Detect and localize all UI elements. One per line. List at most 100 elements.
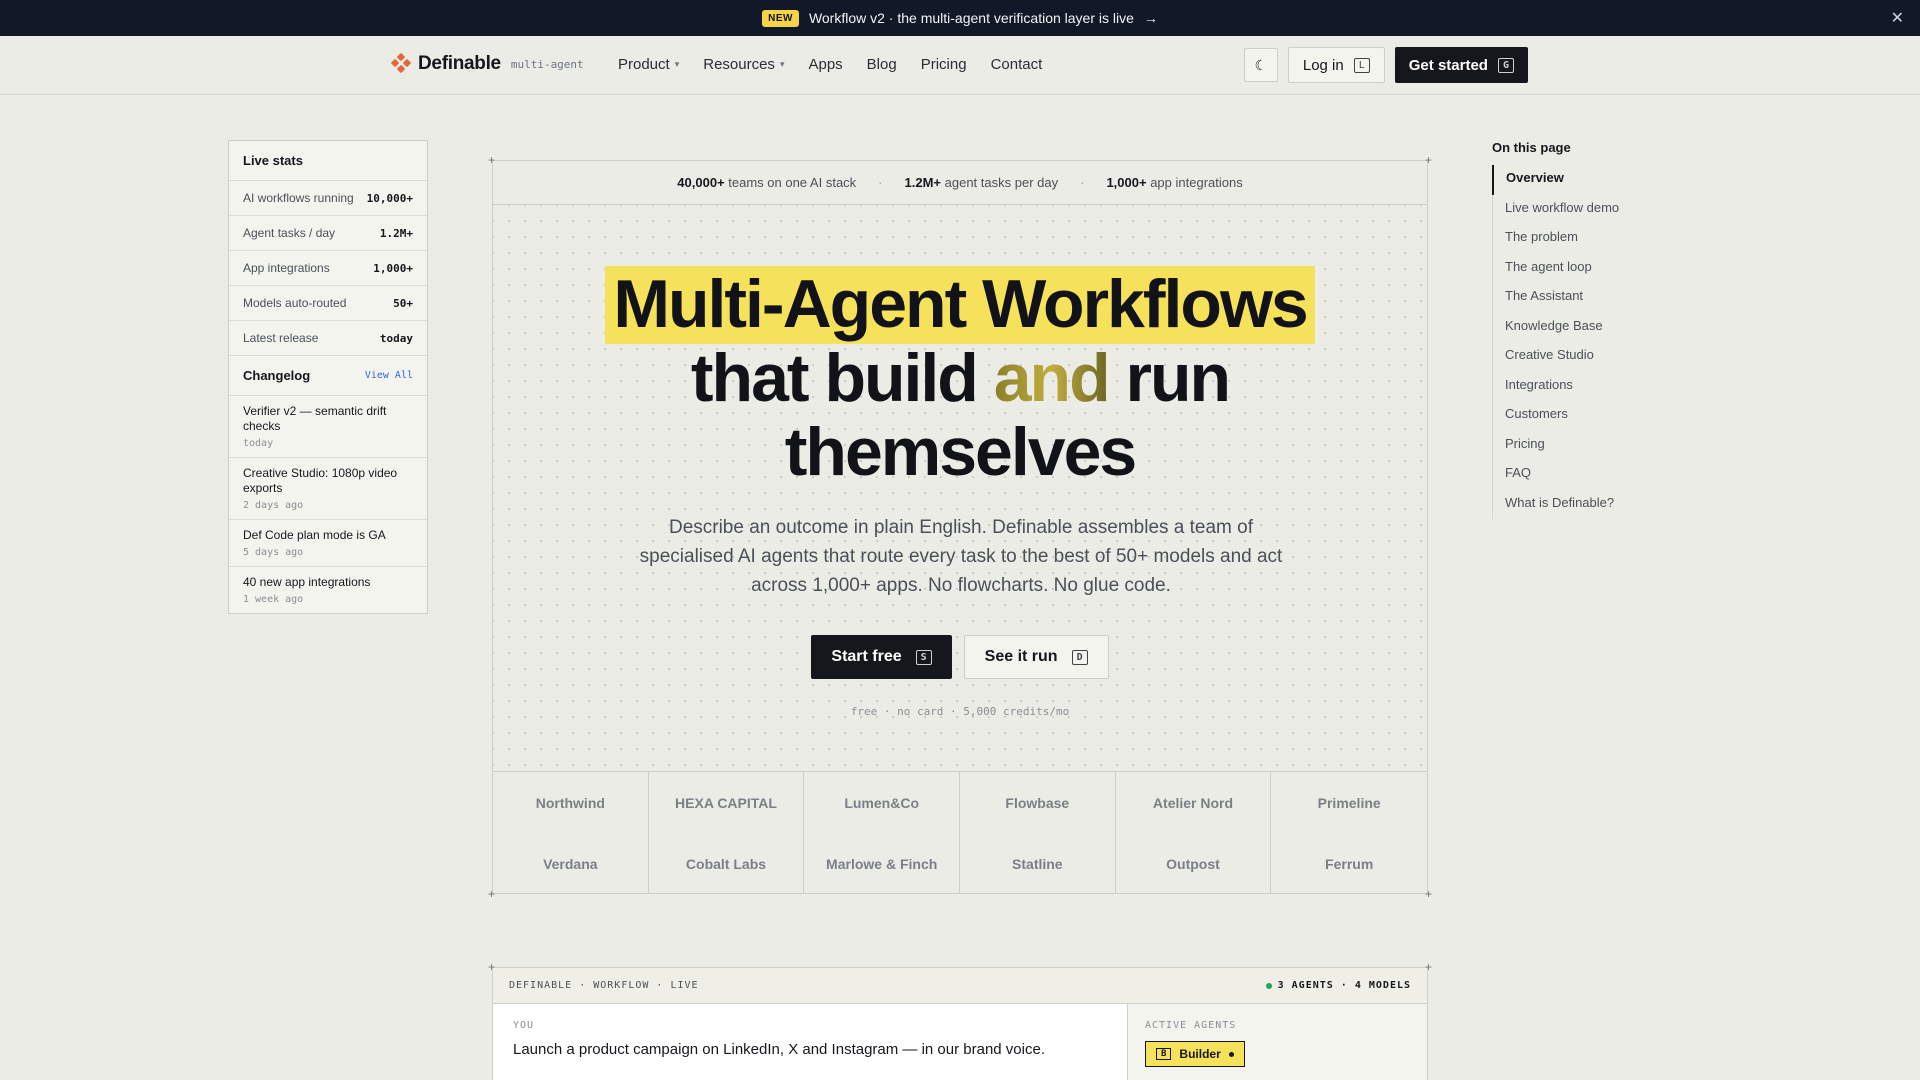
stat-value: today bbox=[379, 331, 413, 345]
toc-item-live-workflow-demo[interactable]: Live workflow demo bbox=[1493, 195, 1672, 225]
hero-description: Describe an outcome in plain English. De… bbox=[639, 517, 1283, 596]
headline-gradient-word: and bbox=[993, 340, 1111, 416]
hero-stat-bar: 40,000+ teams on one AI stack · 1.2M+ ag… bbox=[493, 161, 1427, 205]
changelog-item[interactable]: Def Code plan mode is GA 5 days ago bbox=[229, 520, 427, 567]
status-dot-icon bbox=[1228, 1051, 1234, 1057]
customer-logo: Primeline bbox=[1317, 794, 1381, 811]
hero-fine-print: free · no card · 5,000 credits/mo bbox=[850, 705, 1070, 718]
menu-blog[interactable]: Blog bbox=[867, 56, 897, 73]
menu-product[interactable]: Product ▾ bbox=[618, 56, 679, 73]
hero-section: Multi-Agent Workflows that build and run… bbox=[493, 205, 1427, 771]
toc-item-knowledge-base[interactable]: Knowledge Base bbox=[1493, 313, 1672, 343]
nav-actions: ☾ Log in L Get started G bbox=[1243, 47, 1528, 83]
active-agents-panel: ACTIVE AGENTS B Builder bbox=[1129, 1004, 1427, 1080]
menu-pricing[interactable]: Pricing bbox=[921, 56, 967, 73]
see-it-run-button[interactable]: See it run D bbox=[963, 635, 1109, 679]
menu-label: Product bbox=[618, 56, 670, 73]
shortcut-key: L bbox=[1353, 57, 1370, 73]
agent-name: Builder bbox=[1179, 1047, 1221, 1061]
customer-logo: HEXA CAPITAL bbox=[649, 772, 805, 833]
new-badge: NEW bbox=[762, 9, 799, 27]
toc-item-what-is-definable[interactable]: What is Definable? bbox=[1493, 490, 1672, 520]
stat-row: Agent tasks / day 1.2M+ bbox=[229, 216, 427, 251]
agent-key: B bbox=[1156, 1048, 1172, 1060]
workflow-header: DEFINABLE · WORKFLOW · LIVE 3 AGENTS · 4… bbox=[493, 968, 1427, 1004]
get-started-button[interactable]: Get started G bbox=[1394, 47, 1528, 83]
headline-text: run bbox=[1108, 340, 1232, 416]
customer-logo: Flowbase bbox=[960, 772, 1116, 833]
stat-integrations: 1,000+ app integrations bbox=[1106, 175, 1242, 190]
close-icon[interactable]: ✕ bbox=[1891, 8, 1904, 28]
cta-label: Start free bbox=[831, 648, 902, 665]
changelog-item-date: today bbox=[243, 438, 274, 449]
start-free-button[interactable]: Start free S bbox=[811, 635, 952, 679]
stat-number: 1.2M+ bbox=[904, 175, 942, 190]
stat-label: Agent tasks / day bbox=[243, 226, 336, 240]
changelog-item-title: Verifier v2 — semantic drift checks bbox=[243, 404, 387, 433]
hero-headline-line1: Multi-Agent Workflows bbox=[493, 265, 1427, 344]
active-agents-label: ACTIVE AGENTS bbox=[1145, 1020, 1237, 1031]
changelog-header: Changelog View All bbox=[229, 356, 427, 396]
changelog-item[interactable]: Creative Studio: 1080p video exports 2 da… bbox=[229, 458, 427, 520]
toc-item-the-problem[interactable]: The problem bbox=[1493, 224, 1672, 254]
login-label: Log in bbox=[1302, 56, 1344, 74]
corner-mark: + bbox=[1424, 960, 1432, 974]
stat-teams: 40,000+ teams on one AI stack bbox=[677, 175, 856, 190]
stat-label: App integrations bbox=[243, 261, 330, 275]
stat-text: app integrations bbox=[1150, 175, 1243, 190]
brand-name: Definable bbox=[418, 53, 501, 74]
stat-row: App integrations 1,000+ bbox=[229, 251, 427, 286]
workflow-title: DEFINABLE · WORKFLOW · LIVE bbox=[509, 980, 699, 991]
stat-number: 1,000+ bbox=[1106, 175, 1147, 190]
theme-toggle-button[interactable]: ☾ bbox=[1243, 48, 1278, 82]
menu-apps[interactable]: Apps bbox=[808, 56, 842, 73]
cta-label: See it run bbox=[984, 648, 1058, 665]
toc-item-pricing[interactable]: Pricing bbox=[1493, 431, 1672, 461]
shortcut-key: S bbox=[915, 649, 932, 665]
toc-item-customers[interactable]: Customers bbox=[1493, 401, 1672, 431]
changelog-item[interactable]: Verifier v2 — semantic drift checks today bbox=[229, 396, 427, 458]
get-started-label: Get started bbox=[1408, 56, 1488, 74]
workflow-status: 3 AGENTS · 4 MODELS bbox=[1265, 980, 1411, 991]
customer-logo: Ferrum bbox=[1325, 855, 1374, 872]
changelog-item-title: 40 new app integrations bbox=[243, 575, 371, 589]
toc-item-agent-loop[interactable]: The agent loop bbox=[1493, 254, 1672, 284]
changelog-item-date: 5 days ago bbox=[243, 547, 304, 558]
live-dot-icon bbox=[1265, 982, 1272, 989]
top-nav: Definable multi-agent Product ▾ Resources… bbox=[0, 36, 1920, 95]
changelog-item[interactable]: 40 new app integrations 1 week ago bbox=[229, 567, 427, 613]
toc-item-integrations[interactable]: Integrations bbox=[1493, 372, 1672, 402]
customer-logo: Statline bbox=[960, 833, 1116, 894]
announcement-bar[interactable]: NEW Workflow v2 · the multi-agent verifi… bbox=[0, 0, 1920, 36]
stat-label: Models auto-routed bbox=[243, 296, 347, 310]
highlighted-text: Multi-Agent Workflows bbox=[605, 266, 1315, 344]
stat-number: 40,000+ bbox=[677, 175, 725, 190]
stat-label: AI workflows running bbox=[243, 191, 354, 205]
toc-item-overview[interactable]: Overview bbox=[1492, 165, 1672, 195]
toc-item-faq[interactable]: FAQ bbox=[1493, 460, 1672, 490]
view-all-link[interactable]: View All bbox=[365, 370, 413, 381]
chevron-down-icon: ▾ bbox=[779, 59, 785, 69]
customer-logo: Marlowe & Finch bbox=[804, 833, 960, 894]
menu-resources[interactable]: Resources ▾ bbox=[703, 56, 784, 73]
brand-logo[interactable]: Definable multi-agent bbox=[390, 52, 584, 75]
corner-mark: + bbox=[488, 960, 496, 974]
login-button[interactable]: Log in L bbox=[1287, 47, 1385, 83]
chevron-down-icon: ▾ bbox=[674, 59, 680, 69]
stat-row: AI workflows running 10,000+ bbox=[229, 181, 427, 216]
toc-item-creative-studio[interactable]: Creative Studio bbox=[1493, 342, 1672, 372]
agent-chip-builder[interactable]: B Builder bbox=[1145, 1041, 1245, 1067]
stat-label: Latest release bbox=[243, 331, 319, 345]
announcement-text[interactable]: Workflow v2 · the multi-agent verificati… bbox=[809, 10, 1134, 26]
headline-text: that build bbox=[690, 340, 994, 416]
customer-logo: Cobalt Labs bbox=[649, 833, 805, 894]
hero-cta-group: Start free S See it run D bbox=[493, 635, 1427, 679]
you-label: YOU bbox=[513, 1020, 535, 1031]
toc-item-assistant[interactable]: The Assistant bbox=[1493, 283, 1672, 313]
hero-headline-line2: that build and run bbox=[493, 339, 1427, 417]
stat-value: 50+ bbox=[393, 296, 413, 310]
separator-dot: · bbox=[878, 175, 883, 190]
menu-contact[interactable]: Contact bbox=[991, 56, 1043, 73]
toc-title: On this page bbox=[1492, 140, 1571, 155]
stat-value: 10,000+ bbox=[366, 191, 413, 205]
